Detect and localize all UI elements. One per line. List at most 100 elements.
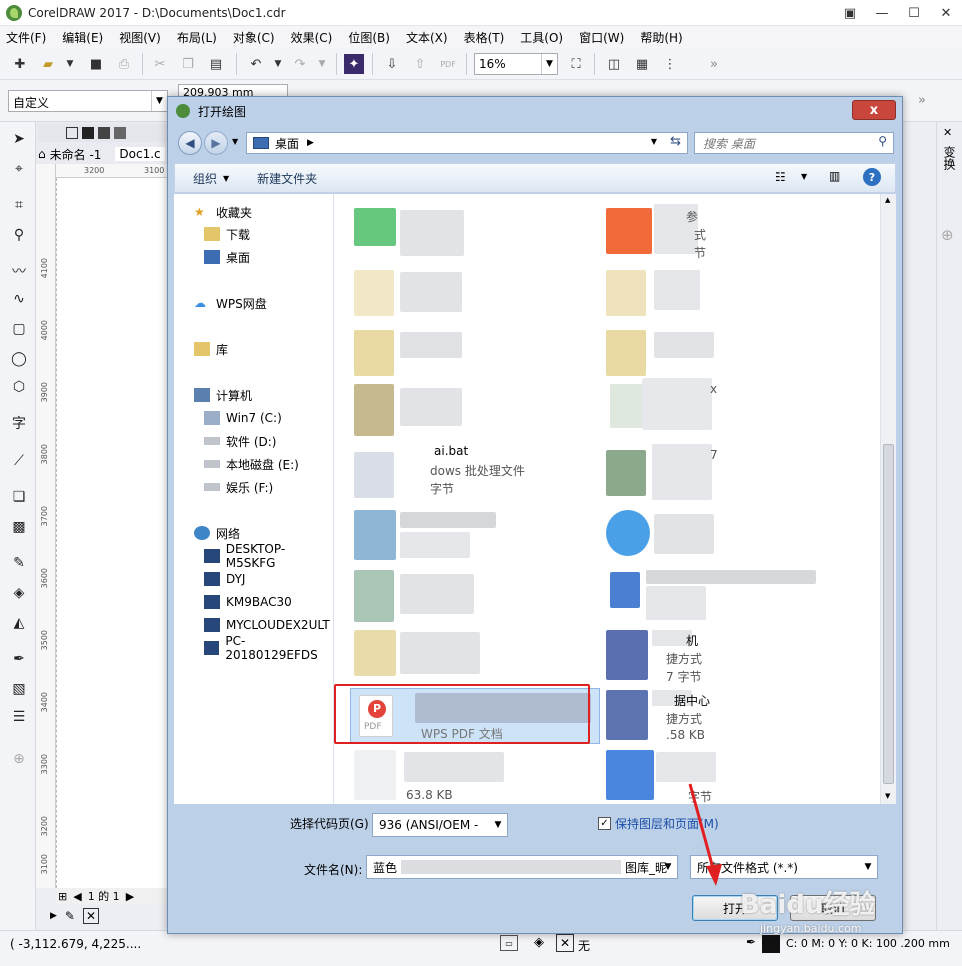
- back-icon[interactable]: ◀: [178, 131, 202, 155]
- list-item[interactable]: x: [606, 378, 846, 434]
- guidelines-icon[interactable]: ⋮: [660, 54, 680, 74]
- color-proof-icon[interactable]: ▭: [500, 935, 518, 951]
- search-icon[interactable]: ⚲: [878, 134, 887, 148]
- nav-host[interactable]: DESKTOP-M5SKFG: [204, 542, 333, 570]
- rectangle-tool-icon[interactable]: ▢: [8, 318, 30, 340]
- eyedropper-icon[interactable]: ✎: [8, 552, 30, 574]
- list-item[interactable]: [354, 194, 584, 256]
- nav-network[interactable]: 网络: [194, 523, 240, 543]
- prev-page-icon[interactable]: ◀: [73, 890, 81, 903]
- minimize-icon[interactable]: —: [866, 0, 898, 26]
- copy-icon[interactable]: ❐: [178, 54, 198, 74]
- line-tool-icon[interactable]: ⟋: [8, 450, 30, 472]
- ellipse-tool-icon[interactable]: ◯: [8, 348, 30, 370]
- chevron-down-icon[interactable]: ▼: [659, 856, 677, 878]
- home-icon[interactable]: ⌂: [38, 147, 46, 161]
- freehand-tool-icon[interactable]: 〰: [8, 260, 30, 282]
- scroll-down-icon[interactable]: ▼: [885, 792, 890, 800]
- chevron-down-icon[interactable]: ▼: [489, 814, 507, 836]
- more-icon[interactable]: »: [704, 54, 724, 74]
- menu-layout[interactable]: 布局(L): [177, 29, 217, 46]
- zoom-level-combo[interactable]: 16% ▼: [474, 53, 558, 75]
- chevron-down-icon[interactable]: ▼: [859, 856, 877, 878]
- interactive-fill-icon[interactable]: ◈: [8, 582, 30, 604]
- artistic-media-icon[interactable]: ∿: [8, 288, 30, 310]
- redo-dropdown-icon[interactable]: ▼: [312, 54, 332, 74]
- list-item[interactable]: [606, 324, 846, 380]
- list-item[interactable]: [606, 264, 846, 320]
- list-item[interactable]: 7: [606, 444, 846, 500]
- nav-wps-cloud[interactable]: ☁ WPS网盘: [194, 293, 267, 313]
- menu-bitmap[interactable]: 位图(B): [348, 29, 390, 46]
- new-icon[interactable]: ✚: [10, 54, 30, 74]
- file-list-scrollbar[interactable]: ▲ ▼: [880, 194, 896, 804]
- no-color-swatch-icon[interactable]: [66, 127, 78, 139]
- menu-help[interactable]: 帮助(H): [640, 29, 682, 46]
- nav-favorites[interactable]: ★ 收藏夹: [194, 202, 252, 222]
- pick-tool-icon[interactable]: ➤: [8, 128, 30, 150]
- smart-fill-icon[interactable]: ◭: [8, 612, 30, 634]
- crop-tool-icon[interactable]: ⌗: [8, 194, 30, 216]
- transparency-icon[interactable]: ▩: [8, 516, 30, 538]
- list-item[interactable]: [606, 570, 846, 626]
- breadcrumb-arrow-icon[interactable]: ▶: [307, 138, 314, 148]
- maximize-icon[interactable]: ☐: [898, 0, 930, 26]
- drawing-canvas[interactable]: [56, 178, 176, 888]
- undo-dropdown-icon[interactable]: ▼: [268, 54, 288, 74]
- nav-host[interactable]: KM9BAC30: [204, 592, 292, 612]
- recent-dropdown-icon[interactable]: ▼: [232, 137, 238, 146]
- tab-doc1[interactable]: Doc1.c: [115, 147, 165, 161]
- address-dropdown-icon[interactable]: ▼: [651, 137, 657, 146]
- menu-file[interactable]: 文件(F): [6, 29, 46, 46]
- menu-view[interactable]: 视图(V): [119, 29, 161, 46]
- add-tool-icon[interactable]: ⊕: [8, 748, 30, 770]
- adjust-icon[interactable]: ☰: [8, 706, 30, 728]
- new-folder-button[interactable]: 新建文件夹: [257, 170, 317, 187]
- play-icon[interactable]: ▶: [50, 911, 57, 921]
- nav-drive-c[interactable]: Win7 (C:): [204, 408, 282, 428]
- user-icon[interactable]: ▣: [834, 0, 866, 26]
- nav-drive-e[interactable]: 本地磁盘 (E:): [204, 454, 299, 474]
- redo-icon[interactable]: ↷: [290, 54, 310, 74]
- transform-docker-tab[interactable]: 变换: [941, 146, 958, 170]
- preview-pane-icon[interactable]: ▥: [829, 169, 840, 183]
- color-fill-icon[interactable]: ▧: [8, 678, 30, 700]
- encoding-select[interactable]: 936 (ANSI/OEM - ▼: [372, 813, 508, 837]
- export-icon[interactable]: ⇧: [410, 54, 430, 74]
- rulers-icon[interactable]: ◫: [604, 54, 624, 74]
- publish-pdf-icon[interactable]: PDF: [438, 54, 458, 74]
- nav-downloads[interactable]: 下载: [204, 224, 250, 244]
- list-item[interactable]: 参 式 节: [606, 194, 846, 260]
- list-item[interactable]: [606, 510, 846, 566]
- chevron-down-icon[interactable]: ▼: [151, 91, 167, 111]
- search-field[interactable]: 搜索 桌面 ⚲: [694, 132, 894, 154]
- scroll-up-icon[interactable]: ▲: [885, 196, 890, 204]
- menu-object[interactable]: 对象(C): [233, 29, 275, 46]
- drop-shadow-icon[interactable]: ❏: [8, 486, 30, 508]
- nav-computer[interactable]: 计算机: [194, 385, 252, 405]
- organize-button[interactable]: 组织: [193, 170, 217, 187]
- list-item[interactable]: 据中心 捷方式 .58 KB: [606, 690, 846, 746]
- address-field[interactable]: 桌面 ▶ ▼ ⇆: [246, 132, 688, 154]
- cut-icon[interactable]: ✂: [150, 54, 170, 74]
- nav-libraries[interactable]: 库: [194, 339, 228, 359]
- view-options-icon[interactable]: ☷: [775, 170, 786, 184]
- open-dropdown-icon[interactable]: ▼: [60, 54, 80, 74]
- shape-tool-icon[interactable]: ⌖: [8, 158, 30, 180]
- tab-untitled[interactable]: 未命名 -1: [50, 146, 102, 163]
- full-screen-icon[interactable]: ⛶: [566, 54, 586, 74]
- menu-effects[interactable]: 效果(C): [291, 29, 333, 46]
- list-item[interactable]: ai.bat dows 批处理文件 字节: [354, 444, 614, 500]
- docker-close-icon[interactable]: ✕: [943, 126, 952, 139]
- polygon-tool-icon[interactable]: ⬡: [8, 376, 30, 398]
- organize-dropdown-icon[interactable]: ▼: [223, 174, 229, 183]
- eyedropper-small-icon[interactable]: ✎: [65, 909, 75, 923]
- menu-edit[interactable]: 编辑(E): [62, 29, 103, 46]
- add-docker-icon[interactable]: ⊕: [941, 226, 954, 244]
- search-content-icon[interactable]: ✦: [344, 54, 364, 74]
- import-icon[interactable]: ⇩: [382, 54, 402, 74]
- filename-input[interactable]: 蓝色 图库_昵 ▼: [366, 855, 678, 879]
- print-icon[interactable]: ⎙: [114, 54, 134, 74]
- menu-table[interactable]: 表格(T): [464, 29, 505, 46]
- menu-text[interactable]: 文本(X): [406, 29, 448, 46]
